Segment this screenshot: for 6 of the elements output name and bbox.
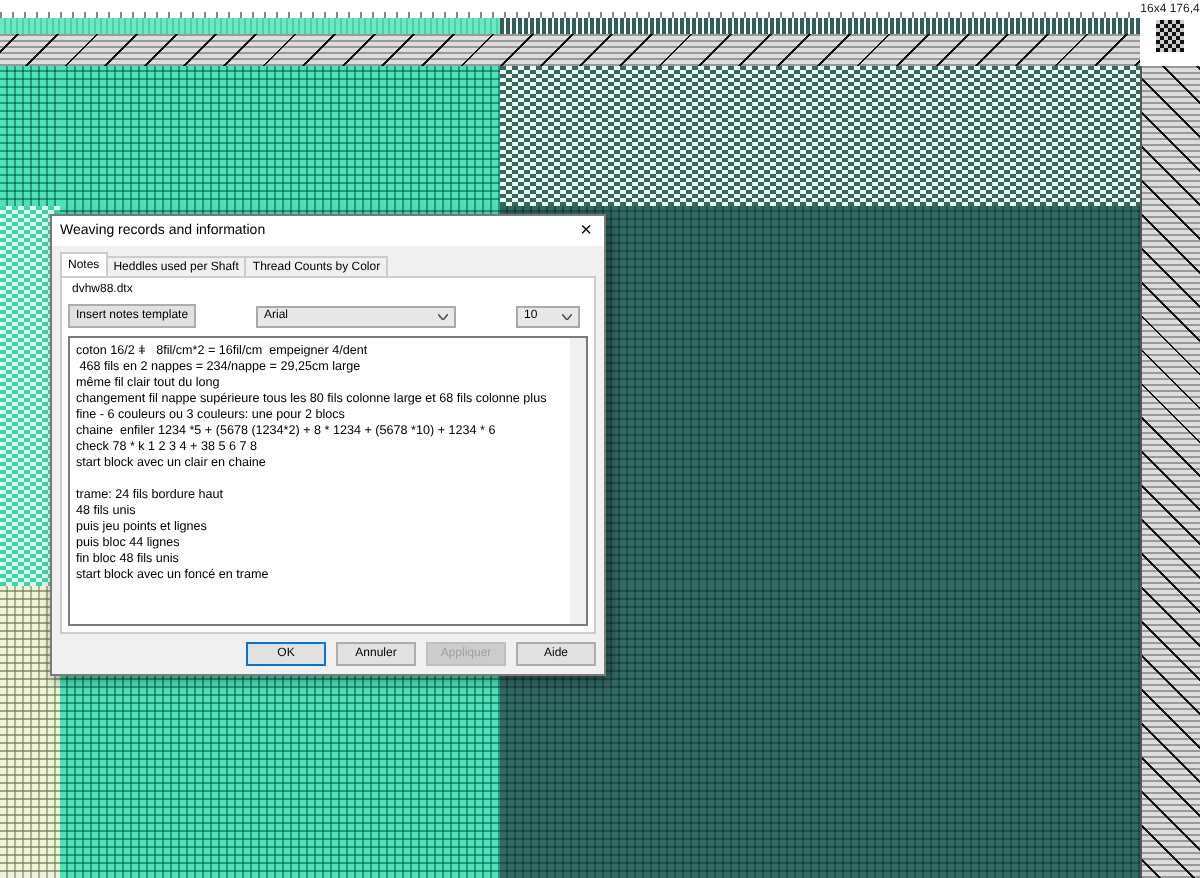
- tie-up-drawing: [1156, 20, 1184, 52]
- caret-icon: [438, 313, 449, 319]
- caret-icon: [562, 313, 572, 319]
- scrollbar[interactable]: [570, 338, 586, 624]
- notes-field[interactable]: [68, 336, 588, 626]
- close-button[interactable]: ×: [576, 221, 596, 241]
